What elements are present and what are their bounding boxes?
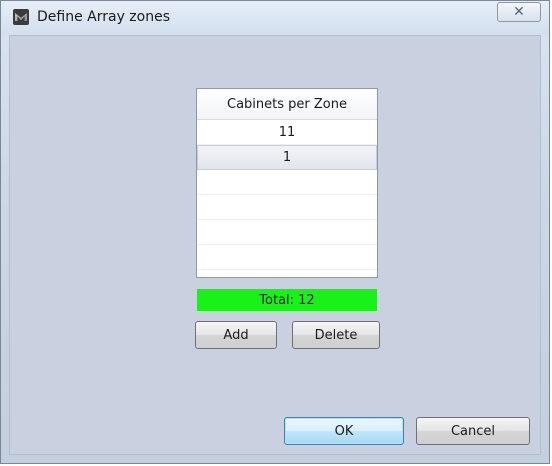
table-row[interactable] <box>197 170 377 195</box>
table-row[interactable] <box>197 220 377 245</box>
table-row[interactable] <box>197 245 377 270</box>
app-logo-icon <box>13 9 29 25</box>
zones-table: Cabinets per Zone 11 1 <box>196 88 378 278</box>
table-row-selected[interactable]: 1 <box>197 145 377 170</box>
add-button[interactable]: Add <box>195 321 277 349</box>
column-header-cabinets-per-zone[interactable]: Cabinets per Zone <box>197 89 377 120</box>
total-status-bar: Total: 12 <box>197 289 377 311</box>
table-row[interactable]: 11 <box>197 120 377 145</box>
ok-button[interactable]: OK <box>284 417 404 445</box>
close-icon: ✕ <box>513 4 525 20</box>
delete-button[interactable]: Delete <box>292 321 380 349</box>
dialog-window: Define Array zones ✕ Cabinets per Zone 1… <box>0 0 550 464</box>
table-row[interactable] <box>197 195 377 220</box>
title-bar[interactable]: Define Array zones ✕ <box>1 1 549 35</box>
window-title: Define Array zones <box>37 9 170 25</box>
dialog-body: Cabinets per Zone 11 1 Total: 12 Add Del… <box>9 35 541 455</box>
close-button[interactable]: ✕ <box>497 2 541 22</box>
cancel-button[interactable]: Cancel <box>416 417 530 445</box>
